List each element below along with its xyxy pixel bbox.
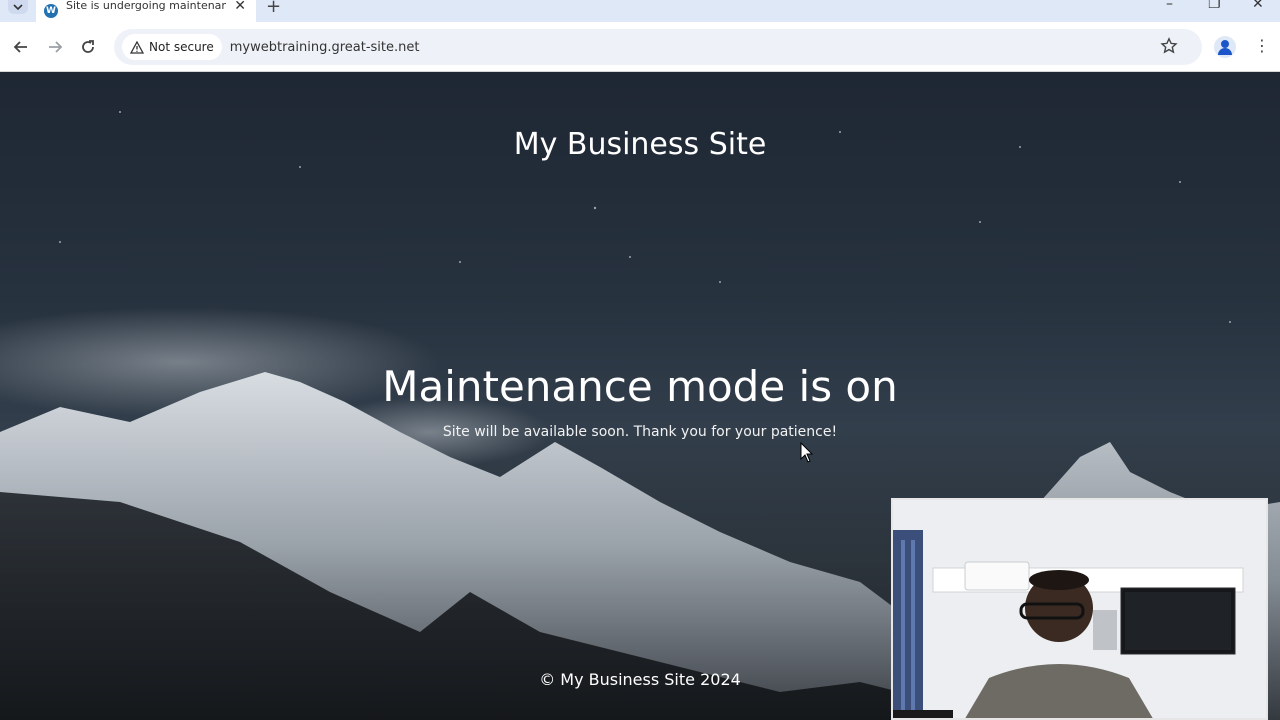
restore-button[interactable]: ❐: [1208, 0, 1221, 12]
maintenance-headline: Maintenance mode is on: [382, 362, 898, 411]
more-menu-icon[interactable]: ⋮: [1254, 36, 1270, 55]
site-title[interactable]: My Business Site: [0, 127, 1280, 162]
wordpress-icon: W: [44, 4, 58, 18]
arrow-left-icon: [13, 41, 27, 53]
maintenance-message: Site will be available soon. Thank you f…: [442, 424, 838, 440]
profile-avatar-icon[interactable]: [1214, 36, 1236, 58]
bookmark-star-icon[interactable]: [1160, 37, 1178, 55]
security-label: Not secure: [149, 40, 214, 54]
warning-icon: [130, 40, 144, 54]
tab-search-button[interactable]: [8, 0, 28, 14]
reload-button[interactable]: [77, 36, 99, 58]
chevron-down-icon: [13, 4, 23, 11]
close-window-button[interactable]: ✕: [1252, 0, 1264, 12]
tab-strip: W Site is undergoing maintenance ✕ + – ❐…: [0, 0, 1280, 22]
tab-active[interactable]: W Site is undergoing maintenance ✕: [36, 0, 256, 22]
presenter-video-image: [893, 500, 1266, 718]
reload-icon: [82, 40, 94, 53]
browser-toolbar: Not secure mywebtraining.great-site.net: [0, 22, 1280, 72]
arrow-right-icon: [49, 41, 63, 53]
tab-close-button[interactable]: ✕: [234, 0, 246, 14]
back-button[interactable]: [10, 36, 32, 58]
webcam-overlay: [891, 498, 1268, 720]
address-bar[interactable]: Not secure mywebtraining.great-site.net: [114, 29, 1202, 65]
url-text: mywebtraining.great-site.net: [229, 39, 420, 55]
new-tab-button[interactable]: +: [266, 0, 281, 17]
site-info-chip[interactable]: Not secure: [122, 34, 222, 60]
tab-title: Site is undergoing maintenance: [66, 0, 226, 12]
mouse-cursor-icon: [800, 442, 814, 463]
forward-button[interactable]: [44, 36, 66, 58]
minimize-button[interactable]: –: [1166, 0, 1173, 12]
